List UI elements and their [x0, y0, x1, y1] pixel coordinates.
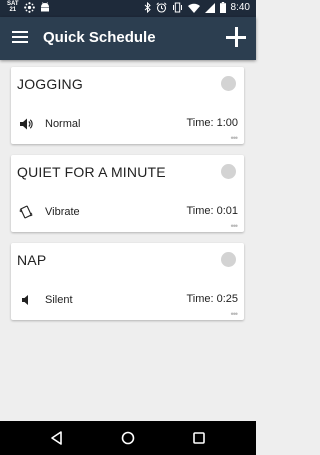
navigation-bar: [0, 421, 256, 455]
more-dots-icon[interactable]: •••: [231, 222, 239, 231]
status-bar: SAT 21 8:40: [0, 0, 256, 17]
hamburger-icon[interactable]: [12, 30, 28, 44]
schedule-card-quiet-for-a-minute[interactable]: QUIET FOR A MINUTE Vibrate Time: 0:01 ••…: [11, 155, 244, 232]
schedule-time: Time: 0:25: [186, 293, 238, 305]
app-bar: Quick Schedule: [0, 17, 256, 60]
schedule-time: Time: 0:01: [186, 205, 238, 217]
schedule-title: QUIET FOR A MINUTE: [17, 164, 166, 180]
schedule-mode: Normal: [19, 117, 80, 131]
status-time: 8:40: [230, 2, 250, 13]
vibrate-icon: [19, 205, 33, 219]
schedule-title: NAP: [17, 252, 47, 268]
schedule-mode: Vibrate: [19, 205, 80, 219]
recents-icon[interactable]: [191, 430, 207, 446]
schedule-mode: Silent: [19, 293, 73, 307]
calendar-icon: SAT 21: [7, 1, 19, 13]
volume-up-icon: [20, 118, 33, 130]
home-icon[interactable]: [120, 430, 136, 446]
more-dots-icon[interactable]: •••: [231, 134, 239, 143]
more-dots-icon[interactable]: •••: [231, 310, 239, 319]
page-title: Quick Schedule: [43, 29, 156, 46]
settings-dots-icon: [23, 1, 35, 13]
bluetooth-icon: [144, 2, 151, 13]
schedule-mode-label: Vibrate: [45, 206, 80, 218]
wifi-icon: [187, 3, 200, 13]
schedule-toggle[interactable]: [221, 252, 236, 267]
battery-icon: [219, 2, 226, 13]
vibrate-icon: [172, 2, 182, 13]
schedule-card-jogging[interactable]: JOGGING Normal Time: 1:00 •••: [11, 67, 244, 144]
schedule-toggle[interactable]: [221, 76, 236, 91]
schedule-time: Time: 1:00: [186, 117, 238, 129]
plus-icon[interactable]: [225, 26, 247, 48]
volume-mute-icon: [22, 295, 28, 305]
schedule-title: JOGGING: [17, 76, 83, 92]
schedule-mode-label: Normal: [45, 118, 81, 130]
schedule-mode-label: Silent: [45, 294, 73, 306]
schedule-card-nap[interactable]: NAP Silent Time: 0:25 •••: [11, 243, 244, 320]
android-icon: [40, 1, 49, 11]
back-icon[interactable]: [49, 430, 65, 446]
signal-icon: [204, 2, 215, 13]
alarm-icon: [155, 2, 167, 13]
schedule-toggle[interactable]: [221, 164, 236, 179]
status-date-num: 21: [9, 7, 17, 13]
